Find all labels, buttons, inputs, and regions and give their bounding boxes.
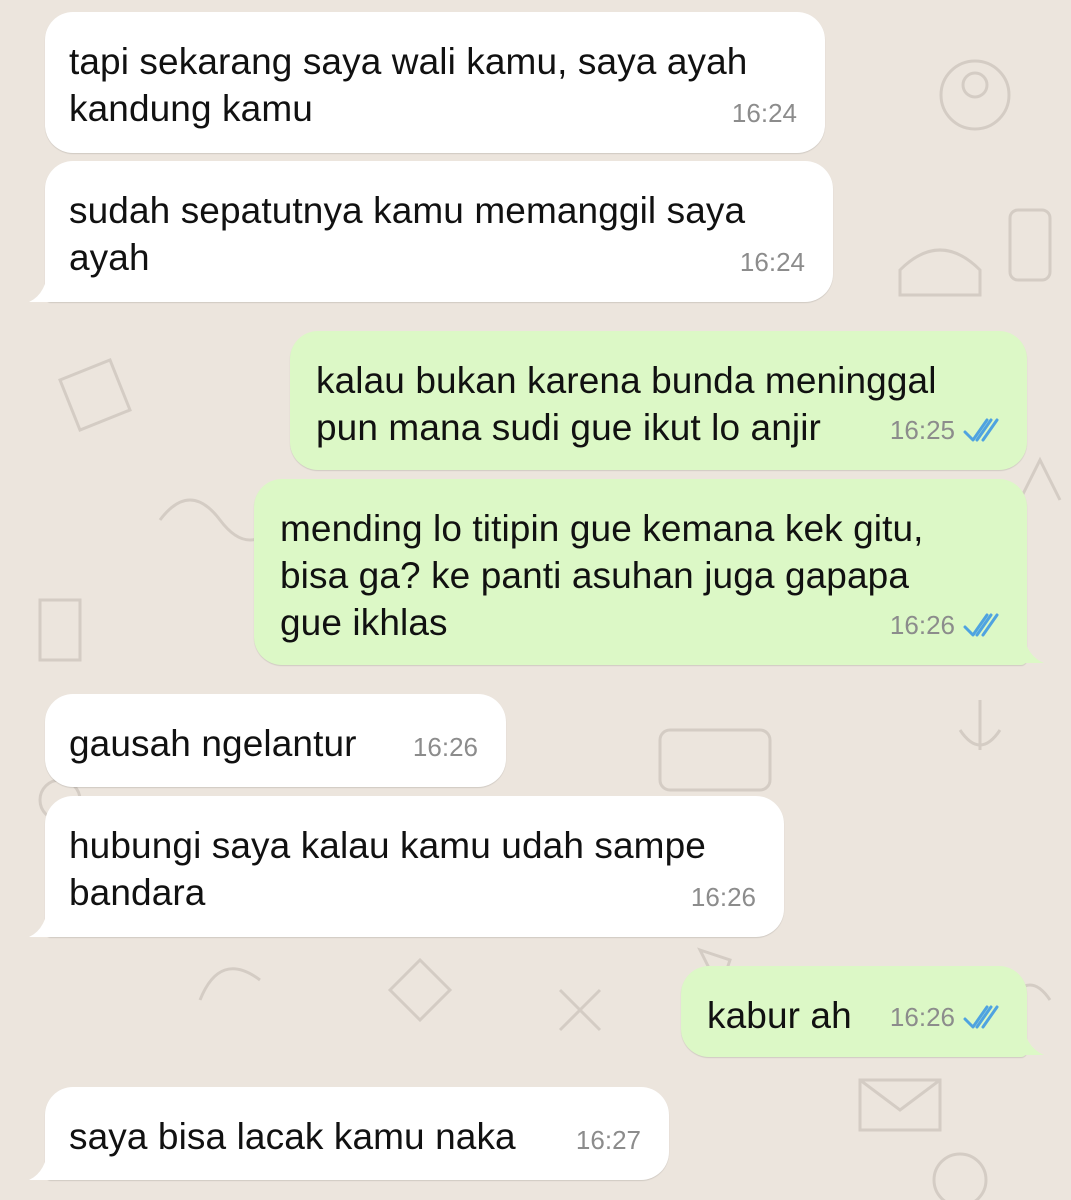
message-text: hubungi saya kalau kamu udah sampe banda… bbox=[69, 825, 706, 913]
message-bubble-incoming[interactable]: sudah sepatutnya kamu memanggil saya aya… bbox=[45, 161, 833, 302]
message-bubble-outgoing[interactable]: mending lo titipin gue kemana kek gitu, … bbox=[254, 479, 1027, 665]
bubble-tail-outgoing bbox=[1006, 1017, 1044, 1055]
message-meta: 16:26 bbox=[413, 724, 478, 771]
message-time: 16:26 bbox=[690, 882, 756, 912]
bubble-tail-outgoing bbox=[1006, 625, 1044, 663]
message-text: saya bisa lacak kamu naka bbox=[69, 1116, 516, 1157]
message-time: 16:24 bbox=[739, 247, 805, 277]
message-text: sudah sepatutnya kamu memanggil saya aya… bbox=[69, 190, 746, 278]
message-bubble-outgoing[interactable]: kabur ah 16:26 bbox=[681, 966, 1027, 1057]
double-check-read-icon bbox=[963, 418, 999, 441]
message-bubble-incoming[interactable]: saya bisa lacak kamu naka 16:27 bbox=[45, 1087, 669, 1180]
message-meta: 16:26 bbox=[890, 602, 1001, 649]
message-text: kabur ah bbox=[707, 995, 852, 1036]
message-meta: 16:24 bbox=[732, 90, 797, 137]
message-text: tapi sekarang saya wali kamu, saya ayah … bbox=[69, 41, 748, 129]
message-meta: 16:24 bbox=[740, 239, 805, 286]
message-meta: 16:26 bbox=[890, 994, 1001, 1041]
message-meta: 16:25 bbox=[890, 407, 1001, 454]
message-time: 16:27 bbox=[575, 1125, 641, 1155]
message-time: 16:26 bbox=[889, 1002, 955, 1032]
double-check-read-icon bbox=[963, 1005, 999, 1028]
message-time: 16:26 bbox=[889, 610, 955, 640]
message-bubble-incoming[interactable]: gausah ngelantur 16:26 bbox=[45, 694, 506, 787]
message-time: 16:24 bbox=[731, 98, 797, 128]
double-check-read-icon bbox=[963, 613, 999, 636]
bubble-tail-incoming bbox=[29, 899, 65, 937]
message-time: 16:25 bbox=[889, 415, 955, 445]
message-bubble-outgoing[interactable]: kalau bukan karena bunda meninggal pun m… bbox=[290, 331, 1027, 470]
message-meta: 16:27 bbox=[576, 1117, 641, 1164]
message-text: mending lo titipin gue kemana kek gitu, … bbox=[280, 508, 924, 643]
message-text: kalau bukan karena bunda meninggal pun m… bbox=[316, 360, 937, 448]
message-bubble-incoming[interactable]: hubungi saya kalau kamu udah sampe banda… bbox=[45, 796, 784, 937]
bubble-tail-incoming bbox=[29, 1142, 65, 1180]
message-time: 16:26 bbox=[412, 732, 478, 762]
message-bubble-incoming[interactable]: tapi sekarang saya wali kamu, saya ayah … bbox=[45, 12, 825, 153]
message-text: gausah ngelantur bbox=[69, 723, 357, 764]
message-meta: 16:26 bbox=[691, 874, 756, 921]
bubble-tail-incoming bbox=[29, 264, 65, 302]
